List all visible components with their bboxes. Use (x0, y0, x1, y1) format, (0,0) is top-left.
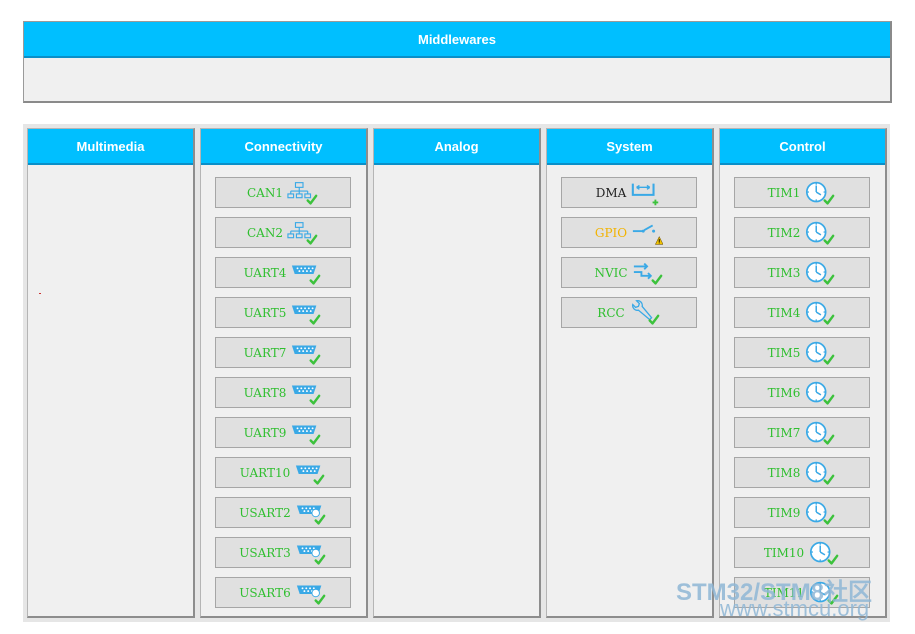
column-connectivity: Connectivity CAN1 CAN2 UART4 UART5 UART7 UART… (200, 128, 368, 618)
control-list: TIM1 TIM2 TIM3 TIM4 TIM5 TIM6 TIM7 TIM8 TIM9 TIM1… (734, 177, 870, 617)
clock-icon (804, 420, 836, 446)
serial-port-clock-icon (295, 580, 327, 606)
ip-button-tim4[interactable]: TIM4 (734, 297, 870, 328)
ip-label: CAN2 (247, 225, 283, 240)
ip-label: TIM1 (767, 185, 801, 200)
ip-button-tim1[interactable]: TIM1 (734, 177, 870, 208)
clock-icon (804, 380, 836, 406)
ip-button-uart7[interactable]: UART7 (215, 337, 351, 368)
ip-button-tim5[interactable]: TIM5 (734, 337, 870, 368)
clock-icon (804, 220, 836, 246)
ip-label: NVIC (594, 265, 628, 280)
ip-label: TIM7 (767, 425, 801, 440)
column-header-analog[interactable]: Analog (374, 129, 539, 165)
ip-label: TIM9 (767, 505, 801, 520)
ip-label: TIM6 (767, 385, 801, 400)
connectivity-list: CAN1 CAN2 UART4 UART5 UART7 UART8 UART9 UART10 U… (215, 177, 351, 617)
ip-label: UART8 (243, 385, 287, 400)
serial-port-clock-icon (295, 540, 327, 566)
categories-area: Multimedia Connectivity CAN1 CAN2 UART4 UAR… (23, 124, 890, 622)
clock-icon (804, 340, 836, 366)
ip-label: UART9 (243, 425, 287, 440)
serial-port-icon (290, 420, 322, 446)
ip-button-can2[interactable]: CAN2 (215, 217, 351, 248)
ip-button-usart2[interactable]: USART2 (215, 497, 351, 528)
ip-button-can1[interactable]: CAN1 (215, 177, 351, 208)
ip-button-uart9[interactable]: UART9 (215, 417, 351, 448)
ip-button-tim6[interactable]: TIM6 (734, 377, 870, 408)
ip-label: USART6 (239, 585, 291, 600)
serial-port-icon (290, 380, 322, 406)
stray-mark (39, 293, 41, 294)
ip-button-nvic[interactable]: NVIC (561, 257, 697, 288)
ip-button-gpio[interactable]: GPIO (561, 217, 697, 248)
watermark-line2: www.stmcu.org (720, 596, 870, 621)
middlewares-panel: Middlewares (23, 21, 892, 103)
ip-button-tim10[interactable]: TIM10 (734, 537, 870, 568)
column-header-multimedia[interactable]: Multimedia (28, 129, 193, 165)
ip-button-tim7[interactable]: TIM7 (734, 417, 870, 448)
serial-port-icon (290, 340, 322, 366)
serial-port-icon (294, 460, 326, 486)
wrench-icon (629, 299, 661, 326)
ip-label: DMA (595, 185, 627, 200)
gpio-switch-icon (631, 220, 664, 246)
column-control: Control TIM1 TIM2 TIM3 TIM4 TIM5 TIM6 TIM7 TIM8… (719, 128, 887, 618)
ip-button-tim2[interactable]: TIM2 (734, 217, 870, 248)
ip-label: CAN1 (247, 185, 283, 200)
ip-label: UART4 (243, 265, 287, 280)
nvic-arrows-icon (632, 260, 664, 286)
clock-icon (804, 460, 836, 486)
ip-button-uart5[interactable]: UART5 (215, 297, 351, 328)
clock-icon (808, 540, 840, 566)
system-list: DMA GPIO NVIC RCC (561, 177, 697, 337)
clock-icon (804, 500, 836, 526)
ip-label: TIM8 (767, 465, 801, 480)
serial-port-icon (290, 300, 322, 326)
clock-icon (804, 180, 836, 206)
ip-button-uart10[interactable]: UART10 (215, 457, 351, 488)
watermark: STM32/STM8社区 www.stmcu.org (676, 572, 912, 628)
dma-icon (630, 180, 662, 206)
ip-label: TIM5 (767, 345, 801, 360)
ip-button-tim8[interactable]: TIM8 (734, 457, 870, 488)
column-header-connectivity[interactable]: Connectivity (201, 129, 366, 165)
ip-label: USART2 (239, 505, 291, 520)
serial-port-icon (290, 260, 322, 286)
ip-label: TIM4 (767, 305, 801, 320)
ip-button-tim3[interactable]: TIM3 (734, 257, 870, 288)
ip-label: UART7 (243, 345, 287, 360)
ip-label: RCC (597, 305, 625, 320)
column-header-system[interactable]: System (547, 129, 712, 165)
ip-button-dma[interactable]: DMA (561, 177, 697, 208)
ip-label: GPIO (594, 225, 628, 240)
ip-button-usart3[interactable]: USART3 (215, 537, 351, 568)
ip-label: TIM3 (767, 265, 801, 280)
ip-button-rcc[interactable]: RCC (561, 297, 697, 328)
ip-label: TIM2 (767, 225, 801, 240)
ip-button-uart8[interactable]: UART8 (215, 377, 351, 408)
column-analog: Analog (373, 128, 541, 618)
network-icon (287, 180, 319, 206)
ip-button-usart6[interactable]: USART6 (215, 577, 351, 608)
column-system: System DMA GPIO NVIC RCC (546, 128, 714, 618)
column-multimedia: Multimedia (27, 128, 195, 618)
ip-label: UART5 (243, 305, 287, 320)
serial-port-clock-icon (295, 500, 327, 526)
ip-label: TIM10 (763, 545, 805, 560)
middlewares-header[interactable]: Middlewares (24, 22, 890, 58)
clock-icon (804, 300, 836, 326)
ip-label: UART10 (239, 465, 291, 480)
ip-label: USART3 (239, 545, 291, 560)
network-icon (287, 220, 319, 246)
clock-icon (804, 260, 836, 286)
ip-button-uart4[interactable]: UART4 (215, 257, 351, 288)
column-header-control[interactable]: Control (720, 129, 885, 165)
ip-button-tim9[interactable]: TIM9 (734, 497, 870, 528)
